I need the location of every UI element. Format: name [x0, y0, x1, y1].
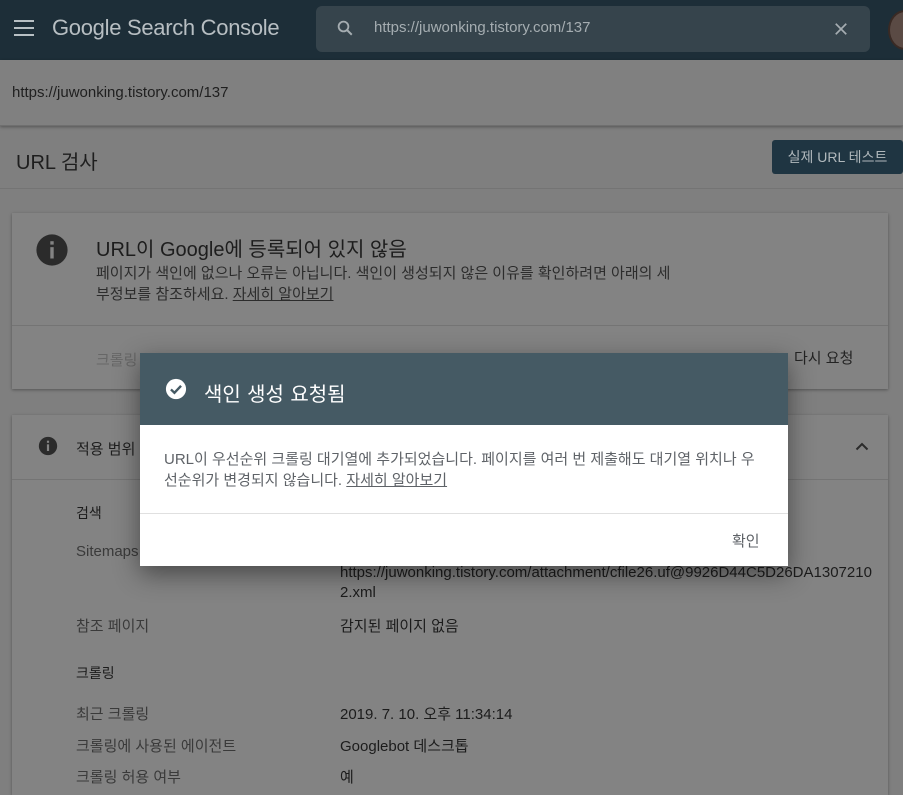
inspected-url: https://juwonking.tistory.com/137: [12, 84, 229, 101]
sitemaps-label: Sitemaps: [76, 543, 139, 560]
dialog-message: URL이 우선순위 크롤링 대기열에 추가되었습니다. 페이지를 여러 번 제출…: [164, 449, 768, 491]
divider: [140, 513, 788, 514]
learn-more-link[interactable]: 자세히 알아보기: [233, 286, 334, 303]
dialog-message-text: URL이 우선순위 크롤링 대기열에 추가되었습니다. 페이지를 여러 번 제출…: [164, 451, 755, 489]
search-section-heading: 검색: [76, 505, 102, 521]
app-bar: Google Search Console https://juwonking.…: [0, 0, 903, 60]
learn-more-link[interactable]: 자세히 알아보기: [346, 472, 447, 489]
crawler-agent-label: 크롤링에 사용된 에이전트: [76, 738, 237, 755]
indexing-requested-dialog: 색인 생성 요청됨 URL이 우선순위 크롤링 대기열에 추가되었습니다. 페이…: [140, 353, 788, 566]
url-inspection-search[interactable]: https://juwonking.tistory.com/137: [316, 6, 870, 52]
ok-button[interactable]: 확인: [732, 530, 760, 551]
last-crawl-value: 2019. 7. 10. 오후 11:34:14: [340, 706, 513, 723]
crawler-agent-value: Googlebot 데스크톱: [340, 738, 469, 755]
crawl-status-text: 크롤링: [96, 352, 138, 369]
sitemaps-value: https://juwonking.tistory.com/attachment…: [340, 564, 872, 601]
info-icon: [38, 436, 58, 456]
page-title: URL 검사: [16, 152, 98, 174]
status-title: URL이 Google에 등록되어 있지 않음: [96, 239, 407, 261]
referring-page-label: 참조 페이지: [76, 618, 150, 635]
dialog-header: 색인 생성 요청됨: [140, 353, 788, 425]
status-description: 페이지가 색인에 없으나 오류는 아닙니다. 색인이 생성되지 않은 이유를 확…: [96, 263, 676, 305]
request-again-button[interactable]: 다시 요청: [794, 347, 853, 368]
search-icon[interactable]: [336, 19, 354, 37]
info-icon: [36, 234, 68, 266]
divider: [0, 188, 903, 189]
dialog-title: 색인 생성 요청됨: [204, 382, 346, 406]
status-description-text: 페이지가 색인에 없으나 오류는 아닙니다. 색인이 생성되지 않은 이유를 확…: [96, 265, 671, 303]
inspected-url-bar: https://juwonking.tistory.com/137: [0, 60, 903, 126]
check-circle-icon: [165, 378, 187, 400]
crawl-allowed-value: 예: [340, 769, 354, 786]
live-url-test-button[interactable]: 실제 URL 테스트: [772, 140, 903, 174]
referring-page-value: 감지된 페이지 없음: [340, 618, 459, 635]
crawl-section-heading: 크롤링: [76, 665, 115, 681]
coverage-title: 적용 범위: [76, 441, 136, 458]
brand-logo[interactable]: Google Search Console: [52, 15, 280, 41]
search-input[interactable]: https://juwonking.tistory.com/137: [374, 19, 591, 36]
last-crawl-label: 최근 크롤링: [76, 706, 150, 723]
divider: [12, 325, 888, 326]
crawl-allowed-label: 크롤링 허용 여부: [76, 769, 181, 786]
avatar[interactable]: [888, 10, 903, 50]
hamburger-menu-icon[interactable]: [14, 20, 34, 36]
close-icon[interactable]: [832, 20, 850, 38]
chevron-up-icon[interactable]: [855, 441, 869, 451]
